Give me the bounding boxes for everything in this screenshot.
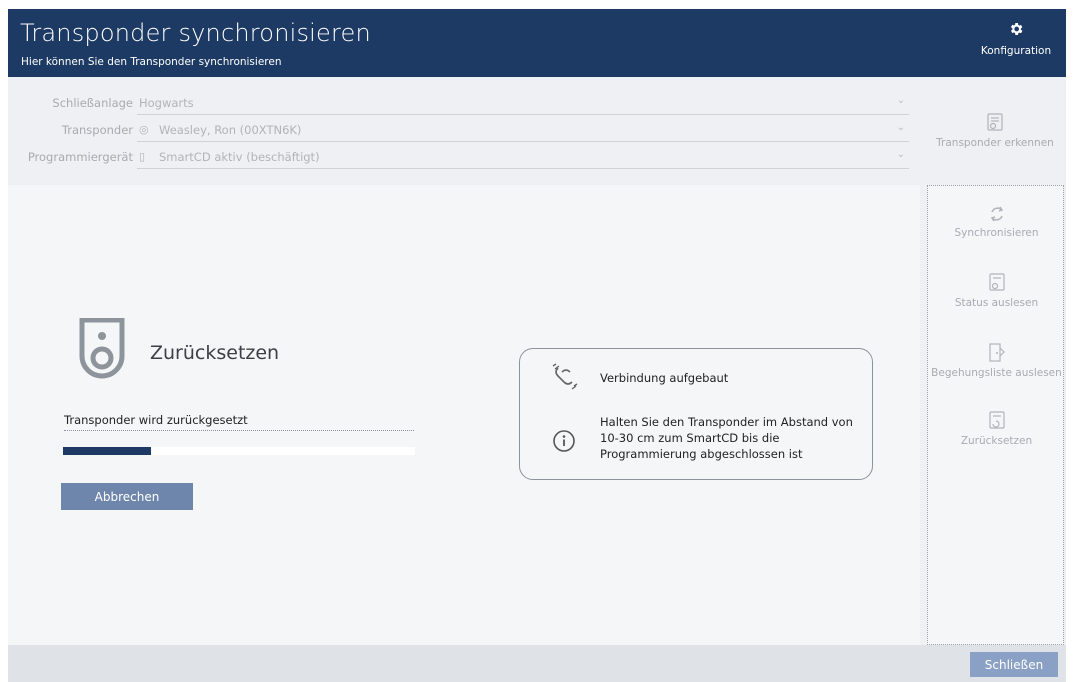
chevron-down-icon: ⌄: [896, 122, 905, 133]
footer: Schließen: [8, 645, 1066, 682]
locking-system-value: Hogwarts: [139, 96, 194, 110]
gear-icon: [1010, 23, 1023, 35]
page-subtitle: Hier können Sie den Transponder synchron…: [21, 56, 282, 68]
transponder-icon: ◎: [139, 123, 149, 136]
reset-transponder-icon: [79, 318, 125, 379]
programmer-value: SmartCD aktiv (beschäftigt): [159, 150, 320, 164]
info-box: Verbindung aufgebaut Halten Sie den Tran…: [519, 348, 873, 480]
config-button[interactable]: Konfiguration: [976, 21, 1056, 57]
sidebar-item-reset[interactable]: Zurücksetzen: [928, 410, 1065, 447]
reset-icon: [988, 411, 1005, 429]
programmer-select[interactable]: ▯ SmartCD aktiv (beschäftigt) ⌄: [137, 147, 909, 169]
transponder-label: Transponder: [61, 123, 133, 137]
selection-form: Schließanlage Hogwarts ⌄ Transponder ◎ W…: [8, 77, 1066, 185]
transponder-select[interactable]: ◎ Weasley, Ron (00XTN6K) ⌄: [137, 120, 909, 142]
info-icon: [553, 430, 575, 452]
cancel-button[interactable]: Abbrechen: [61, 483, 193, 510]
hint-line-3: Programmierung abgeschlossen ist: [600, 447, 803, 461]
action-sidebar: Synchronisieren Status auslesen Begehung…: [927, 185, 1064, 645]
connection-icon: [552, 363, 578, 390]
recognize-transponder-label: Transponder erkennen: [936, 137, 1054, 149]
transponder-row: Transponder ◎ Weasley, Ron (00XTN6K) ⌄: [8, 120, 910, 142]
hint-line-2: 10-30 cm zum SmartCD bis die: [600, 431, 780, 445]
close-button[interactable]: Schließen: [970, 652, 1058, 677]
programmer-label: Programmiergerät: [27, 150, 133, 164]
sidebar-item-access-list[interactable]: Begehungsliste auslesen: [928, 342, 1065, 379]
reset-status-text: Transponder wird zurückgesetzt: [64, 413, 414, 431]
page-title: Transponder synchronisieren: [20, 19, 371, 47]
access-list-icon: [988, 343, 1005, 362]
progress-fill: [63, 447, 151, 455]
sidebar-item-read-status[interactable]: Status auslesen: [928, 272, 1065, 309]
dialog-window: Transponder synchronisieren Hier können …: [8, 9, 1066, 682]
sidebar-item-reset-label: Zurücksetzen: [960, 435, 1033, 447]
config-label: Konfiguration: [980, 45, 1052, 57]
sync-icon: [990, 206, 1003, 222]
main-panel: Zurücksetzen Transponder wird zurückgese…: [8, 185, 920, 645]
sidebar-item-access-list-label: Begehungsliste auslesen: [931, 367, 1062, 379]
programmer-row: Programmiergerät ▯ SmartCD aktiv (beschä…: [8, 147, 910, 169]
hint-line-1: Halten Sie den Transponder im Abstand vo…: [600, 415, 853, 429]
transponder-read-icon: [987, 113, 1003, 131]
connection-text: Verbindung aufgebaut: [600, 371, 729, 385]
locking-system-label: Schließanlage: [52, 96, 133, 110]
transponder-value: Weasley, Ron (00XTN6K): [159, 123, 302, 137]
sidebar-item-read-status-label: Status auslesen: [954, 297, 1039, 309]
device-icon: ▯: [139, 150, 146, 163]
locking-system-select[interactable]: Hogwarts ⌄: [137, 93, 909, 115]
recognize-transponder-button[interactable]: Transponder erkennen: [924, 112, 1066, 149]
progress-bar: [63, 447, 415, 455]
chevron-down-icon: ⌄: [896, 95, 905, 106]
reset-title: Zurücksetzen: [150, 342, 280, 364]
read-status-icon: [988, 273, 1005, 291]
chevron-down-icon: ⌄: [896, 149, 905, 160]
sidebar-item-sync-label: Synchronisieren: [954, 227, 1039, 239]
locking-system-row: Schließanlage Hogwarts ⌄: [8, 93, 910, 115]
header: Transponder synchronisieren Hier können …: [8, 9, 1066, 77]
sidebar-item-sync[interactable]: Synchronisieren: [928, 204, 1065, 239]
